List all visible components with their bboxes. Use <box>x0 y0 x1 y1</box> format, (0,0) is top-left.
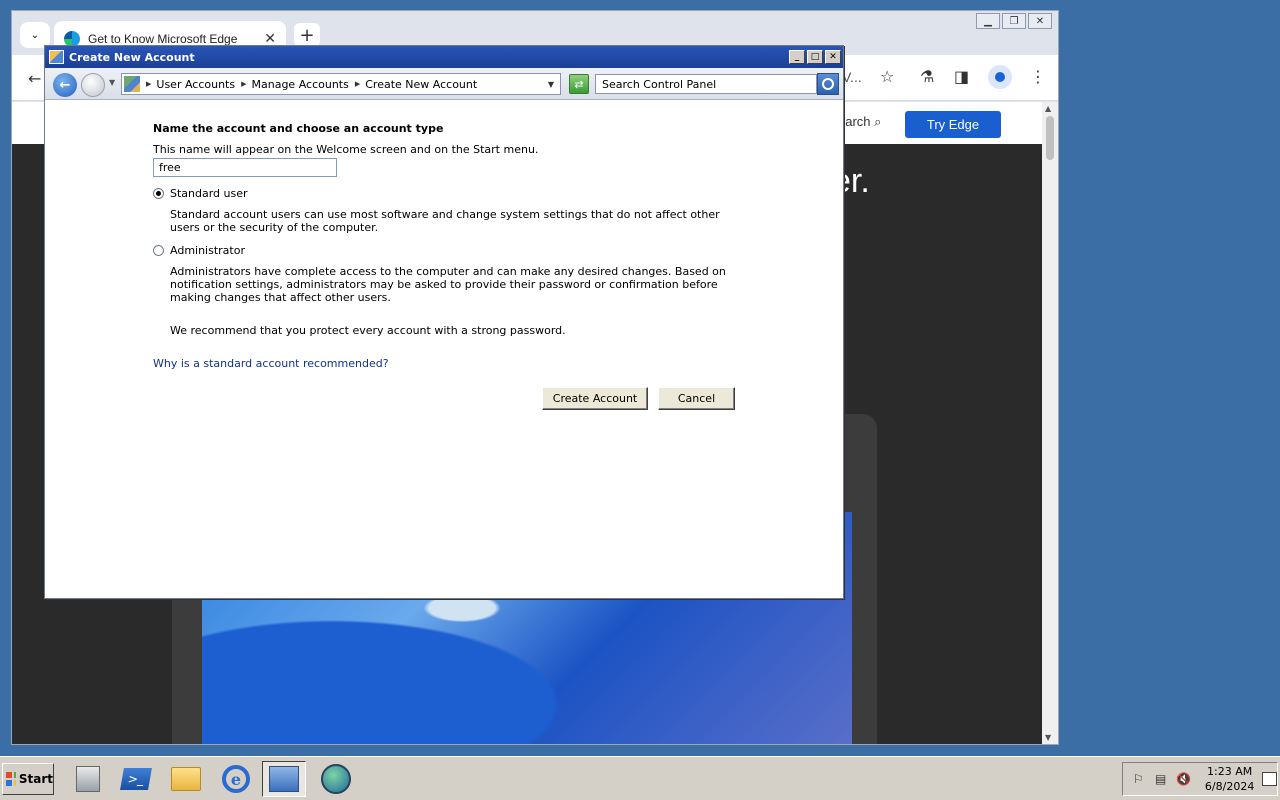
start-label: Start <box>18 772 53 786</box>
maximize-button[interactable]: □ <box>807 50 823 64</box>
password-recommendation: We recommend that you protect every acco… <box>170 324 566 337</box>
page-title: Name the account and choose an account t… <box>153 122 444 135</box>
clock-time: 1:23 AM <box>1207 765 1253 778</box>
breadcrumb[interactable]: ▶ User Accounts ▶ Manage Accounts ▶ Crea… <box>121 73 561 95</box>
recent-pages-dropdown-icon[interactable]: ▼ <box>109 78 115 87</box>
taskbar: Start >_ e ⚐ ▤ 🔇 1:23 AM 6/8/2024 <box>0 756 1280 800</box>
scrollbar-thumb[interactable] <box>1046 116 1054 160</box>
taskbar-explorer[interactable] <box>164 761 208 797</box>
control-panel-icon <box>124 76 140 92</box>
breadcrumb-label: User Accounts <box>156 77 236 91</box>
breadcrumb-arrow-icon: ▶ <box>241 80 247 88</box>
standard-user-option[interactable]: Standard user <box>153 187 753 200</box>
taskbar-internet-explorer[interactable]: e <box>214 761 258 797</box>
back-arrow-icon[interactable]: ← <box>28 69 41 88</box>
system-tray: ⚐ ▤ 🔇 1:23 AM 6/8/2024 <box>1122 762 1278 796</box>
start-button[interactable]: Start <box>2 763 54 795</box>
clock-date: 6/8/2024 <box>1204 780 1255 793</box>
page-scrollbar[interactable]: ▲ ▼ <box>1042 102 1058 744</box>
folder-icon <box>171 767 201 791</box>
search-icon[interactable] <box>817 73 839 95</box>
dialog-content: Name the account and choose an account t… <box>153 122 753 370</box>
minimize-icon[interactable]: ▁ <box>976 13 1000 29</box>
administrator-radio[interactable] <box>153 245 164 256</box>
breadcrumb-item-create-new-account[interactable]: ▶ Create New Account <box>355 78 477 91</box>
back-button[interactable]: ← <box>53 73 77 97</box>
tab-title: Get to Know Microsoft Edge <box>88 32 238 46</box>
search-icon: ⌕ <box>874 114 882 129</box>
minimize-button[interactable]: _ <box>789 50 805 64</box>
why-standard-account-link[interactable]: Why is a standard account recommended? <box>153 357 753 370</box>
user-accounts-icon <box>49 50 64 64</box>
address-dropdown-icon[interactable]: ▼ <box>548 80 554 89</box>
breadcrumb-label: Manage Accounts <box>251 77 349 91</box>
create-account-button[interactable]: Create Account <box>542 387 648 410</box>
address-bar: ← ▼ ▶ User Accounts ▶ Manage Accounts ▶ … <box>45 68 843 100</box>
close-button[interactable]: ✕ <box>825 50 841 64</box>
internet-explorer-icon: e <box>222 765 250 793</box>
menu-kebab-icon[interactable]: ⋮ <box>1030 67 1046 86</box>
taskbar-control-panel[interactable] <box>262 761 306 797</box>
window-title: Create New Account <box>69 50 195 64</box>
breadcrumb-item-manage-accounts[interactable]: ▶ Manage Accounts <box>241 78 349 91</box>
back-arrow-icon: ← <box>59 77 71 93</box>
page-search-link[interactable]: earch ⌕ <box>838 114 881 130</box>
notification-icon[interactable] <box>1262 772 1277 786</box>
refresh-icon: ⇄ <box>574 77 584 91</box>
clock[interactable]: 1:23 AM 6/8/2024 <box>1205 764 1254 794</box>
try-edge-button[interactable]: Try Edge <box>905 111 1001 138</box>
restore-icon[interactable]: ❐ <box>1002 13 1026 29</box>
browser-window-controls: ▁ ❐ ✕ <box>976 13 1052 29</box>
volume-muted-icon[interactable]: 🔇 <box>1176 771 1191 787</box>
action-center-flag-icon[interactable]: ⚐ <box>1131 771 1145 787</box>
breadcrumb-arrow-icon: ▶ <box>146 80 152 88</box>
browser-globe-icon <box>321 764 351 794</box>
forward-button[interactable] <box>81 73 105 97</box>
labs-flask-icon[interactable]: ⚗ <box>920 67 934 86</box>
breadcrumb-label: Create New Account <box>365 77 478 91</box>
taskbar-edge-browser[interactable] <box>314 761 358 797</box>
profile-avatar-icon[interactable] <box>988 65 1012 89</box>
taskbar-server-manager[interactable] <box>66 761 110 797</box>
standard-user-description: Standard account users can use most soft… <box>170 208 720 234</box>
administrator-option[interactable]: Administrator <box>153 244 753 257</box>
account-name-field[interactable] <box>153 158 337 177</box>
powershell-icon: >_ <box>120 768 152 790</box>
breadcrumb-item-user-accounts[interactable]: ▶ User Accounts <box>146 78 235 91</box>
server-manager-icon <box>76 766 100 792</box>
cancel-button[interactable]: Cancel <box>658 387 735 410</box>
window-titlebar[interactable]: Create New Account _ □ ✕ <box>45 46 843 68</box>
side-panel-icon[interactable]: ◨ <box>954 67 969 86</box>
standard-user-label[interactable]: Standard user <box>170 187 248 200</box>
create-account-window: Create New Account _ □ ✕ ← ▼ ▶ User Acco… <box>44 45 844 599</box>
star-icon[interactable]: ☆ <box>880 67 894 86</box>
close-icon[interactable]: ✕ <box>1028 13 1052 29</box>
scroll-down-icon[interactable]: ▼ <box>1045 733 1051 742</box>
windows-logo-icon <box>6 772 16 786</box>
chevron-down-icon: ⌄ <box>30 29 40 41</box>
administrator-description: Administrators have complete access to t… <box>170 265 726 304</box>
search-input[interactable]: Search Control Panel <box>595 74 817 94</box>
control-panel-icon <box>269 766 299 792</box>
network-icon[interactable]: ▤ <box>1153 771 1167 787</box>
refresh-button[interactable]: ⇄ <box>569 74 589 94</box>
taskbar-powershell[interactable]: >_ <box>114 761 158 797</box>
scroll-up-icon[interactable]: ▲ <box>1045 104 1051 113</box>
new-tab-button[interactable]: + <box>294 23 320 47</box>
breadcrumb-arrow-icon: ▶ <box>354 80 361 88</box>
standard-user-radio[interactable] <box>153 188 164 199</box>
administrator-label[interactable]: Administrator <box>170 244 245 257</box>
name-hint: This name will appear on the Welcome scr… <box>153 143 539 156</box>
omnibox-text[interactable]: V... <box>842 69 862 85</box>
